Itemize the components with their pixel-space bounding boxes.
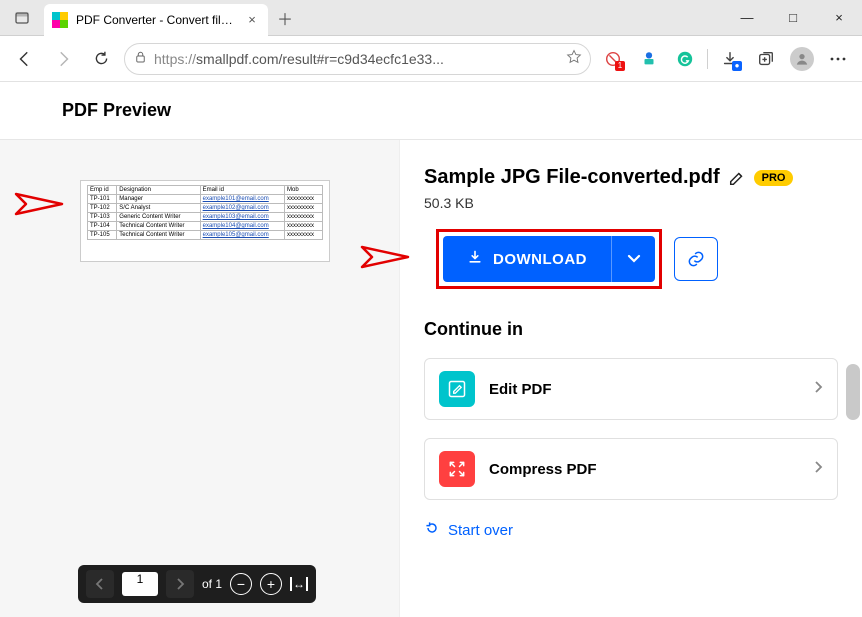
tab-strip-handle-icon[interactable] [0, 0, 44, 35]
page-number-input[interactable]: 1 [122, 572, 158, 596]
download-row: DOWNLOAD [424, 229, 838, 289]
page-header: PDF Preview [0, 82, 862, 140]
share-link-button[interactable] [674, 237, 718, 281]
rename-icon[interactable] [728, 169, 746, 187]
fit-width-button[interactable]: ↔ [290, 577, 308, 591]
favorite-icon[interactable] [566, 49, 582, 68]
page-title: PDF Preview [62, 100, 171, 121]
edit-pdf-icon [439, 371, 475, 407]
pro-badge: PRO [754, 170, 794, 186]
next-page-button[interactable] [166, 570, 194, 598]
action-label: Edit PDF [489, 381, 799, 398]
forward-button[interactable] [48, 44, 78, 74]
file-name: Sample JPG File-converted.pdf [424, 166, 720, 189]
window-controls: — □ × [724, 0, 862, 35]
back-button[interactable] [10, 44, 40, 74]
toolbar: https://smallpdf.com/result#r=c9d34ecfc1… [0, 36, 862, 82]
scrollbar-thumb[interactable] [846, 364, 860, 420]
download-label: DOWNLOAD [493, 251, 587, 268]
pdf-page-toolbar: 1 of 1 − + ↔ [78, 565, 316, 603]
more-menu-icon[interactable] [824, 45, 852, 73]
action-compress-pdf[interactable]: Compress PDF [424, 438, 838, 500]
divider [707, 49, 708, 69]
start-over-label: Start over [448, 522, 513, 539]
annotation-arrow-download [360, 243, 412, 276]
address-bar[interactable]: https://smallpdf.com/result#r=c9d34ecfc1… [124, 43, 591, 75]
extension-grammarly-icon[interactable] [671, 45, 699, 73]
smallpdf-favicon-icon [52, 12, 68, 28]
site-info-icon[interactable] [133, 50, 148, 68]
annotation-highlight-box: DOWNLOAD [436, 229, 662, 289]
start-over-link[interactable]: Start over [424, 520, 838, 540]
downloads-icon[interactable]: ● [716, 45, 744, 73]
download-dropdown-button[interactable] [611, 236, 655, 282]
collections-icon[interactable] [752, 45, 780, 73]
close-window-button[interactable]: × [816, 0, 862, 35]
title-bar: PDF Converter - Convert files to × ＋ — □… [0, 0, 862, 36]
zoom-in-button[interactable]: + [260, 573, 282, 595]
prev-page-button[interactable] [86, 570, 114, 598]
main: Emp idDesignationEmail idMob TP-101Manag… [0, 140, 862, 617]
page-count-label: of 1 [202, 577, 222, 591]
minimize-button[interactable]: — [724, 0, 770, 35]
detail-pane: Sample JPG File-converted.pdf PRO 50.3 K… [400, 140, 862, 617]
profile-avatar[interactable] [788, 45, 816, 73]
preview-pane: Emp idDesignationEmail idMob TP-101Manag… [0, 140, 400, 617]
maximize-button[interactable]: □ [770, 0, 816, 35]
extension-shopping-icon[interactable] [635, 45, 663, 73]
annotation-arrow-preview [14, 190, 66, 223]
compress-pdf-icon [439, 451, 475, 487]
download-button[interactable]: DOWNLOAD [443, 236, 611, 282]
tab-title: PDF Converter - Convert files to [76, 13, 236, 27]
pdf-thumbnail[interactable]: Emp idDesignationEmail idMob TP-101Manag… [80, 180, 330, 262]
continue-heading: Continue in [424, 319, 838, 340]
restart-icon [424, 520, 440, 540]
zoom-out-button[interactable]: − [230, 573, 252, 595]
refresh-button[interactable] [86, 44, 116, 74]
chevron-right-icon [813, 380, 823, 399]
file-size: 50.3 KB [424, 195, 838, 211]
download-icon [467, 249, 483, 269]
action-label: Compress PDF [489, 461, 799, 478]
browser-tab[interactable]: PDF Converter - Convert files to × [44, 4, 268, 36]
tab-close-button[interactable]: × [244, 12, 260, 28]
thumbnail-table: Emp idDesignationEmail idMob TP-101Manag… [87, 185, 323, 240]
extension-block-icon[interactable]: 1 [599, 45, 627, 73]
url-text: https://smallpdf.com/result#r=c9d34ecfc1… [154, 51, 560, 67]
chevron-right-icon [813, 460, 823, 479]
toolbar-extensions: 1 ● [599, 45, 852, 73]
action-edit-pdf[interactable]: Edit PDF [424, 358, 838, 420]
file-header: Sample JPG File-converted.pdf PRO [424, 166, 838, 189]
new-tab-button[interactable]: ＋ [268, 0, 302, 35]
smallpdf-logo-icon [18, 95, 50, 127]
